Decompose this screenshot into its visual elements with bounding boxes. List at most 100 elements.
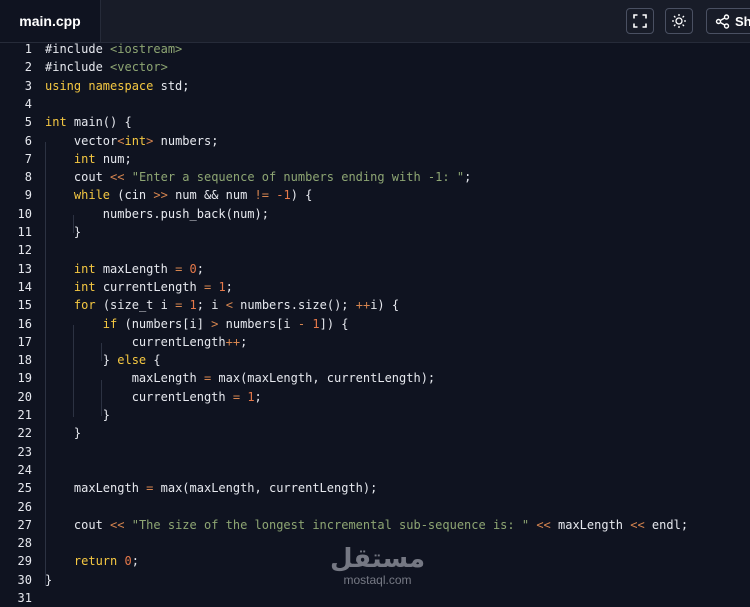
code-text: int currentLength = 1; — [45, 278, 233, 296]
line-number: 21 — [17, 408, 32, 422]
code-line: 17 currentLength++; — [0, 333, 750, 351]
line-number: 24 — [17, 462, 32, 477]
code-text: int num; — [45, 150, 132, 168]
code-token: int — [45, 115, 67, 130]
line-number: 2 — [24, 60, 32, 75]
line-number: 28 — [17, 536, 32, 551]
line-number: 29 — [17, 554, 32, 569]
share-icon — [715, 13, 730, 29]
code-token: ; — [131, 554, 139, 569]
tab-main-cpp[interactable]: main.cpp — [0, 0, 101, 42]
code-token: (cin — [110, 188, 154, 203]
code-token: vector — [45, 133, 118, 148]
code-text: } else { — [45, 351, 161, 369]
code-token: for — [73, 298, 96, 313]
line-number: 15 — [17, 298, 32, 313]
code-line: 13 int maxLength = 0; — [0, 260, 750, 278]
code-line: 10 numbers.push_back(num); — [0, 205, 750, 223]
code-token: < — [225, 298, 233, 313]
code-line: 3 using namespace std; — [0, 77, 750, 95]
code-line: 15 for (size_t i = 1; i < numbers.size()… — [0, 296, 750, 314]
code-token: "The size of the longest incremental sub… — [131, 517, 530, 532]
code-token: << — [110, 170, 125, 185]
code-token: 1 — [247, 389, 255, 404]
code-token: else — [117, 353, 147, 368]
code-token: = — [232, 389, 241, 404]
code-line: 8 cout << "Enter a sequence of numbers e… — [0, 168, 750, 186]
code-editor[interactable]: 1 #include <iostream> 2 #include <vector> 3 u… — [0, 40, 750, 605]
code-token: numbers[i — [218, 316, 298, 331]
code-text: maxLength = max(maxLength, currentLength… — [45, 479, 377, 497]
mostaql-watermark: مستقل mostaql.com — [330, 545, 425, 593]
code-line: 16 if (numbers[i] > numbers[i - 1]) { — [0, 315, 750, 333]
code-token: << — [630, 517, 645, 532]
line-number: 23 — [17, 444, 32, 459]
code-line: 12 — [0, 241, 750, 259]
code-line: 1 #include <iostream> — [0, 40, 750, 58]
line-number: 1 — [24, 42, 32, 56]
code-token: maxLength — [45, 481, 147, 496]
theme-toggle-button[interactable] — [665, 8, 693, 34]
line-number: 11 — [17, 225, 32, 239]
code-token: } — [45, 408, 111, 422]
fullscreen-button[interactable] — [626, 8, 654, 34]
code-token: { — [146, 353, 161, 368]
code-token: 0 — [189, 261, 197, 276]
code-text: vector<int> numbers; — [45, 132, 219, 150]
code-text: int maxLength = 0; — [45, 260, 204, 278]
code-token: currentLength — [45, 389, 233, 404]
line-number: 31 — [17, 591, 32, 605]
code-token: num && num — [167, 188, 255, 203]
code-token: (numbers[i] — [117, 316, 212, 331]
code-token: -1 — [276, 188, 291, 203]
code-token: max(maxLength, currentLength); — [153, 481, 378, 496]
code-token: currentLength — [95, 279, 204, 294]
share-button[interactable]: Sh — [706, 8, 750, 34]
code-text: currentLength = 1; — [45, 388, 262, 406]
sun-icon — [671, 13, 687, 29]
line-number: 27 — [17, 517, 32, 532]
code-token: ; — [254, 389, 262, 404]
code-line: 4 — [0, 95, 750, 113]
code-token: ]) { — [319, 316, 349, 331]
code-text: } — [45, 406, 110, 424]
code-text: return 0; — [45, 552, 139, 570]
code-token: using namespace — [45, 78, 154, 93]
line-number: 5 — [24, 115, 32, 130]
code-line: 2 #include <vector> — [0, 58, 750, 76]
code-line: 20 currentLength = 1; — [0, 388, 750, 406]
code-token: #include — [45, 60, 111, 75]
code-token: i) { — [370, 298, 400, 313]
code-token: int — [73, 151, 96, 166]
line-number: 18 — [17, 353, 32, 368]
code-text: if (numbers[i] > numbers[i - 1]) { — [45, 315, 349, 333]
code-token: ; — [225, 279, 233, 294]
code-token: ++ — [225, 334, 241, 349]
code-token: << — [536, 517, 551, 532]
code-token: std; — [153, 78, 190, 93]
code-token: int — [73, 279, 96, 294]
code-text: #include <iostream> — [45, 40, 182, 58]
line-number: 12 — [17, 243, 32, 258]
code-token: currentLength — [45, 334, 226, 349]
code-line: 7 int num; — [0, 150, 750, 168]
code-text: using namespace std; — [45, 77, 190, 95]
line-number: 25 — [17, 481, 32, 496]
code-token: "Enter a sequence of numbers ending with… — [131, 170, 465, 185]
code-token: cout — [45, 170, 111, 185]
code-line: 14 int currentLength = 1; — [0, 278, 750, 296]
code-token: num; — [95, 151, 132, 166]
editor-toolbar: main.cpp Sh — [0, 0, 750, 43]
line-number: 26 — [17, 499, 32, 514]
code-token: numbers; — [153, 133, 219, 148]
code-token: maxLength — [95, 261, 176, 276]
code-token: ) { — [290, 188, 313, 203]
